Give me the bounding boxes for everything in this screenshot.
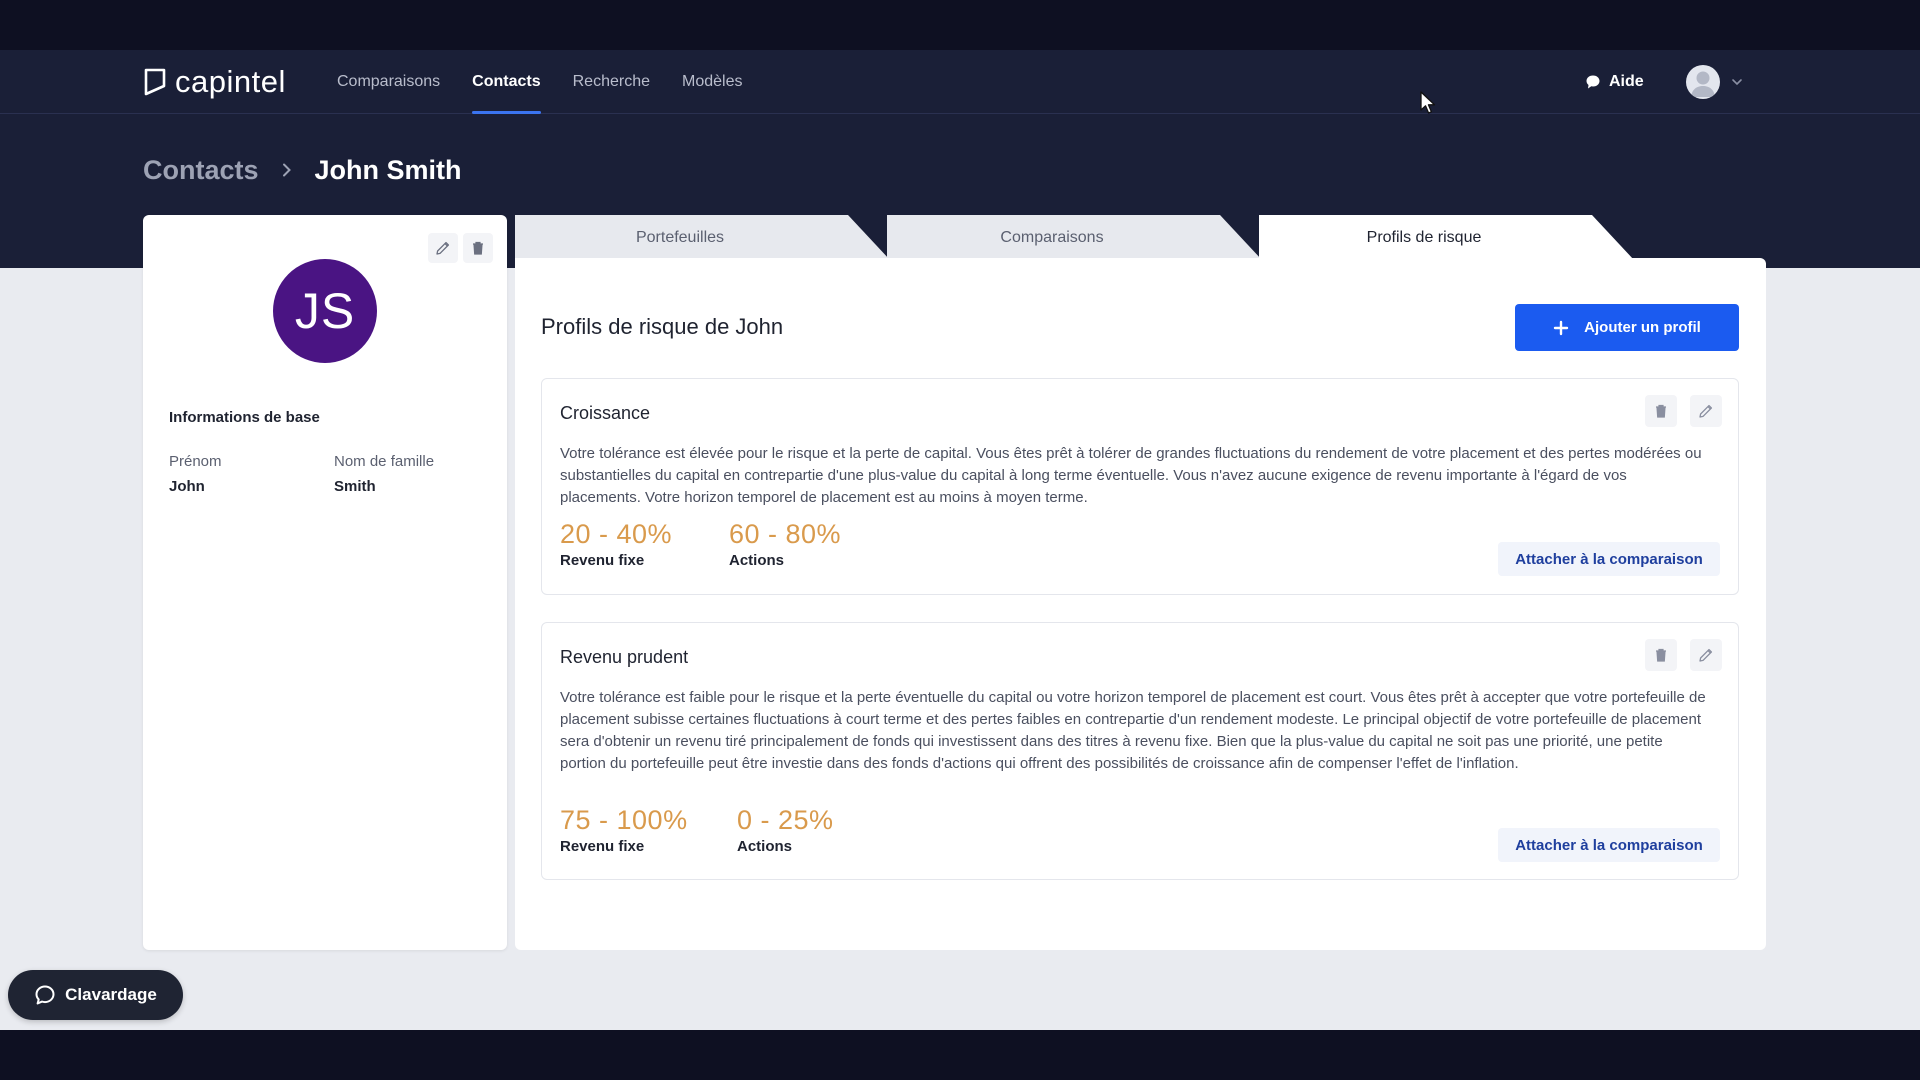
attach-comparison-button[interactable]: Attacher à la comparaison (1498, 828, 1720, 862)
profile-actions (1632, 639, 1722, 671)
fixed-income-range: 20 - 40% (560, 519, 673, 549)
equity-range: 0 - 25% (737, 805, 834, 835)
app-stage: capintel Comparaisons Contacts Recherche… (0, 50, 1920, 1030)
profile-card-revenu-prudent: Revenu prudent Votre tolérance est faibl… (541, 622, 1739, 880)
breadcrumb-current: John Smith (314, 154, 462, 185)
nav-modeles[interactable]: Modèles (682, 50, 742, 114)
basic-info-grid: Prénom Nom de famille John Smith (169, 453, 499, 495)
chevron-right-icon (282, 163, 291, 177)
first-name-value: John (169, 478, 205, 495)
equity-range: 60 - 80% (729, 519, 842, 549)
mouse-cursor-icon (1420, 91, 1436, 114)
fixed-income-label: Revenu fixe (560, 838, 645, 855)
contact-card: JS Informations de base Prénom Nom de fa… (143, 215, 507, 950)
last-name-label: Nom de famille (334, 453, 435, 470)
trash-icon (473, 241, 483, 255)
add-profile-label: Ajouter un profil (1584, 319, 1701, 336)
tab-profils-corner (1589, 215, 1634, 260)
chat-label: Clavardage (65, 985, 157, 1004)
equity-label: Actions (729, 552, 785, 569)
add-profile-button[interactable]: Ajouter un profil (1515, 304, 1739, 351)
breadcrumb-parent[interactable]: Contacts (143, 155, 259, 186)
pencil-icon (436, 241, 450, 255)
nav-contacts[interactable]: Contacts (472, 50, 542, 114)
plus-icon (1553, 320, 1569, 335)
tab-comparaisons[interactable]: Comparaisons (887, 215, 1217, 260)
tab-portefeuilles-corner (845, 215, 890, 260)
chevron-down-icon (1732, 79, 1742, 86)
profile-title: Croissance (560, 403, 651, 423)
pencil-icon (1699, 648, 1713, 662)
profile-description: Votre tolérance est faible pour le risqu… (560, 689, 1706, 772)
fixed-income-range: 75 - 100% (560, 805, 688, 835)
attach-comparison-button[interactable]: Attacher à la comparaison (1498, 542, 1720, 576)
profile-card-croissance: Croissance Votre tolérance est élevée po… (541, 378, 1739, 595)
profile-title: Revenu prudent (560, 647, 689, 667)
breadcrumb: Contacts John Smith (143, 150, 462, 190)
equity-label: Actions (737, 838, 793, 855)
fixed-income-stat: 20 - 40% Revenu fixe (560, 519, 672, 569)
help-button[interactable]: Aide (1585, 70, 1644, 94)
nav-recherche[interactable]: Recherche (573, 50, 650, 114)
trash-icon (1656, 404, 1666, 418)
delete-profile-button[interactable] (1645, 639, 1677, 671)
equity-stat: 60 - 80% Actions (729, 519, 841, 569)
first-name-label: Prénom (169, 453, 222, 470)
logo[interactable]: capintel (143, 62, 286, 102)
delete-contact-button[interactable] (463, 233, 493, 263)
risk-profiles-panel: Profils de risque de John Ajouter un pro… (515, 258, 1766, 950)
logo-text: capintel (175, 64, 286, 99)
edit-contact-button[interactable] (428, 233, 458, 263)
contact-tabs: Portefeuilles Comparaisons Profils de ri… (515, 215, 1766, 260)
user-avatar-icon (1686, 65, 1720, 99)
chat-button[interactable]: Clavardage (8, 970, 183, 1020)
speech-bubble-icon (35, 985, 55, 1005)
tab-profils-de-risque[interactable]: Profils de risque (1259, 215, 1589, 260)
edit-profile-button[interactable] (1690, 639, 1722, 671)
fixed-income-stat: 75 - 100% Revenu fixe (560, 805, 688, 855)
contact-actions (423, 233, 493, 263)
panel-title: Profils de risque de John (541, 314, 784, 339)
fixed-income-label: Revenu fixe (560, 552, 645, 569)
tab-comparaisons-corner (1217, 215, 1262, 260)
trash-icon (1656, 648, 1666, 662)
pencil-icon (1699, 404, 1713, 418)
top-nav: capintel Comparaisons Contacts Recherche… (0, 50, 1920, 114)
edit-profile-button[interactable] (1690, 395, 1722, 427)
delete-profile-button[interactable] (1645, 395, 1677, 427)
tab-portefeuilles[interactable]: Portefeuilles (515, 215, 845, 260)
nav-comparaisons[interactable]: Comparaisons (337, 50, 440, 114)
equity-stat: 0 - 25% Actions (737, 805, 834, 855)
user-menu[interactable] (1686, 63, 1744, 101)
profile-description: Votre tolérance est élevée pour le risqu… (560, 445, 1702, 506)
help-label: Aide (1609, 73, 1644, 90)
chat-bubble-icon (1586, 75, 1600, 89)
profile-actions (1632, 395, 1722, 427)
basic-info-title: Informations de base (169, 409, 320, 426)
nav-links: Comparaisons Contacts Recherche Modèles (337, 50, 774, 114)
contact-avatar: JS (273, 259, 377, 363)
last-name-value: Smith (334, 478, 376, 495)
capintel-logo-icon (144, 68, 166, 96)
